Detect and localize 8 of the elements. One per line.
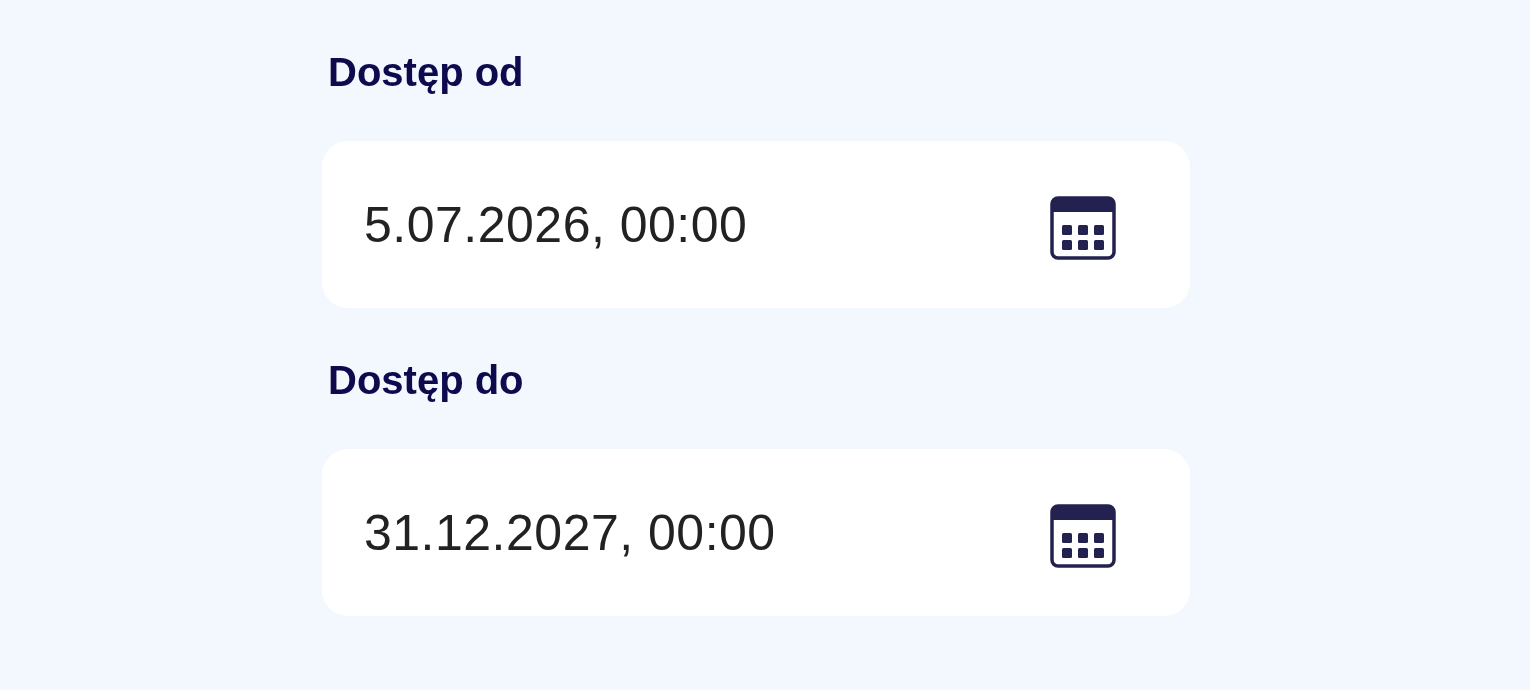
date-value: 31.12.2027, 00:00 [364, 504, 776, 561]
date-field[interactable]: 31.12.2027, 00:00 [322, 449, 1190, 616]
date-value: 5.07.2026, 00:00 [364, 196, 748, 253]
date-field[interactable]: 5.07.2026, 00:00 [322, 141, 1190, 308]
field-label: Dostęp do [327, 358, 524, 402]
field-label: Dostęp od [327, 50, 524, 94]
calendar-icon[interactable] [1050, 195, 1116, 260]
calendar-icon[interactable] [1050, 503, 1116, 568]
